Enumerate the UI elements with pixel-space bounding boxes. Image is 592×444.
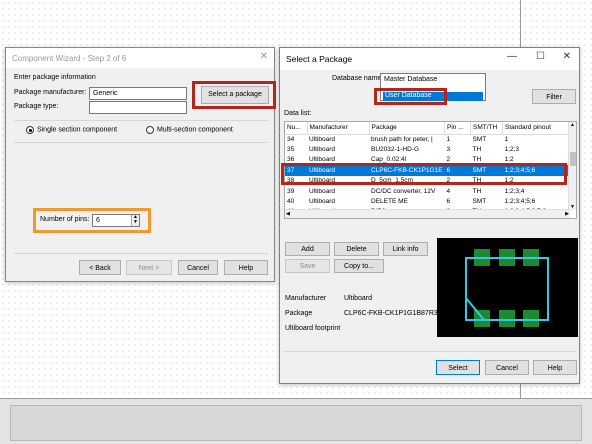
save-button[interactable]: Save: [285, 259, 330, 273]
link-info-button[interactable]: Link info: [383, 242, 428, 256]
manufacturer-value: Ultiboard: [344, 295, 373, 302]
package-type-field[interactable]: [89, 101, 187, 114]
pad-5: [499, 310, 515, 327]
help-button[interactable]: Help: [533, 360, 577, 375]
single-section-radio[interactable]: Single section component: [26, 126, 117, 134]
table-cell: Ultiboard: [309, 146, 336, 154]
table-cell: brush path for peter, |: [371, 135, 433, 143]
table-cell: 40: [287, 198, 295, 206]
data-list-label: Data list:: [284, 110, 312, 117]
package-type-label: Package type:: [14, 103, 59, 110]
filter-button[interactable]: Filter: [532, 89, 576, 104]
table-row[interactable]: 34 Ultiboard brush path for peter, | 1 SMT 1: [285, 134, 570, 144]
table-cell: 1: [504, 135, 509, 143]
footprint-preview-svg: [465, 249, 549, 327]
database-name-label: Database name:: [332, 75, 384, 82]
package-key: Package: [285, 310, 313, 317]
user-database-highlight: [374, 88, 447, 105]
table-cell: Ultiboard: [309, 198, 336, 206]
radio-empty-icon: [146, 126, 154, 134]
table-cell: 6: [446, 198, 451, 206]
radio-selected-icon: [26, 126, 34, 134]
footprint-preview: [437, 238, 578, 337]
add-button[interactable]: Add: [285, 242, 330, 256]
select-package-dialog: Select a Package — ☐ ✕ Database name: Ma…: [279, 47, 580, 384]
col-package[interactable]: Package: [369, 122, 446, 135]
scroll-left-icon[interactable]: ◀: [286, 211, 290, 217]
table-cell: 4: [446, 187, 451, 195]
table-cell: 1;2;3;4;5;6: [504, 198, 536, 206]
col-number[interactable]: Nu...: [285, 122, 308, 135]
maximize-icon[interactable]: ☐: [536, 51, 545, 62]
wizard-titlebar: Component Wizard - Step 2 of 6 ✕: [6, 48, 274, 68]
selected-row-highlight: [281, 163, 567, 185]
table-cell: DC/DC converter, 12V: [371, 187, 436, 195]
pins-highlight: [33, 208, 151, 233]
select-package-titlebar: Select a Package — ☐ ✕: [280, 48, 579, 70]
col-pin-count[interactable]: Pin ...: [444, 122, 472, 135]
table-cell: 3: [446, 146, 451, 154]
delete-button[interactable]: Delete: [334, 242, 379, 256]
table-cell: 35: [287, 146, 295, 154]
wizard-title: Component Wizard - Step 2 of 6: [12, 54, 127, 63]
table-row[interactable]: 35 Ultiboard BU2032-1-HD-G 3 TH 1;2;3: [285, 144, 570, 154]
table-row[interactable]: 40 Ultiboard DELETE ME 6 SMT 1;2;3;4;5;6: [285, 196, 570, 206]
scroll-up-icon[interactable]: ▲: [570, 122, 575, 128]
back-button[interactable]: < Back: [79, 260, 121, 275]
manufacturer-key: Manufacturer: [285, 295, 327, 302]
multi-section-radio[interactable]: Multi-section component: [146, 126, 233, 134]
table-cell: Ultiboard: [309, 135, 336, 143]
close-icon[interactable]: ✕: [563, 51, 571, 62]
table-cell: 1: [446, 135, 451, 143]
radio-group-separator-bottom: [14, 142, 268, 143]
pad-6: [523, 310, 539, 327]
cancel-button[interactable]: Cancel: [178, 260, 218, 275]
single-section-label: Single section component: [36, 126, 118, 134]
bottom-panel: [0, 398, 592, 444]
col-standard-pinout[interactable]: Standard pinout: [502, 122, 570, 135]
select-button-separator: [284, 351, 577, 352]
horizontal-scrollbar[interactable]: ◀ ▶: [285, 209, 570, 218]
select-package-title: Select a Package: [286, 54, 353, 64]
table-cell: BU2032-1-HD-G: [371, 146, 420, 154]
help-button[interactable]: Help: [224, 260, 268, 275]
table-cell: SMT: [472, 135, 487, 143]
cancel-button[interactable]: Cancel: [485, 360, 529, 375]
col-smt-th[interactable]: SMT/TH: [470, 122, 504, 135]
footprint-key: Ultiboard footprint: [285, 325, 341, 332]
table-cell: TH: [472, 146, 482, 154]
minimize-icon[interactable]: —: [507, 51, 517, 62]
table-cell: 34: [287, 135, 295, 143]
vertical-scrollbar[interactable]: ▲ ▼: [568, 122, 576, 210]
package-value: CLP6C-FKB-CK1P1G1B87R3R: [344, 310, 443, 317]
table-header: Nu... Manufacturer Package Pin ... SMT/T…: [285, 122, 570, 135]
manufacturer-label: Package manufacturer:: [14, 89, 87, 96]
table-cell: SMT: [472, 198, 487, 206]
select-package-highlight: [192, 81, 276, 109]
section-label: Enter package information: [14, 74, 96, 81]
table-cell: 39: [287, 187, 295, 195]
scroll-right-icon[interactable]: ▶: [565, 211, 569, 217]
table-cell: 1;2;3: [504, 146, 519, 154]
select-button[interactable]: Select: [436, 360, 480, 375]
bottom-panel-inner: [10, 405, 582, 441]
db-option-master[interactable]: Master Database: [384, 76, 437, 83]
table-cell: 1;2;3;4: [504, 187, 525, 195]
table-cell: DELETE ME: [371, 198, 408, 206]
table-cell: Ultiboard: [309, 187, 336, 195]
multi-section-label: Multi-section component: [156, 126, 233, 134]
table-cell: TH: [472, 187, 482, 195]
copy-to-button[interactable]: Copy to...: [334, 259, 384, 273]
close-icon[interactable]: ✕: [260, 51, 268, 62]
scroll-thumb[interactable]: [570, 152, 576, 166]
col-manufacturer[interactable]: Manufacturer: [307, 122, 370, 135]
next-button[interactable]: Next >: [126, 260, 172, 275]
wizard-button-separator: [14, 253, 268, 254]
component-wizard-dialog: Component Wizard - Step 2 of 6 ✕ Enter p…: [5, 47, 276, 282]
table-row[interactable]: 39 Ultiboard DC/DC converter, 12V 4 TH 1;2;3;…: [285, 186, 570, 196]
scroll-down-icon[interactable]: ▼: [570, 204, 575, 210]
radio-group-separator: [14, 120, 268, 121]
manufacturer-field[interactable]: Generic: [89, 87, 187, 100]
